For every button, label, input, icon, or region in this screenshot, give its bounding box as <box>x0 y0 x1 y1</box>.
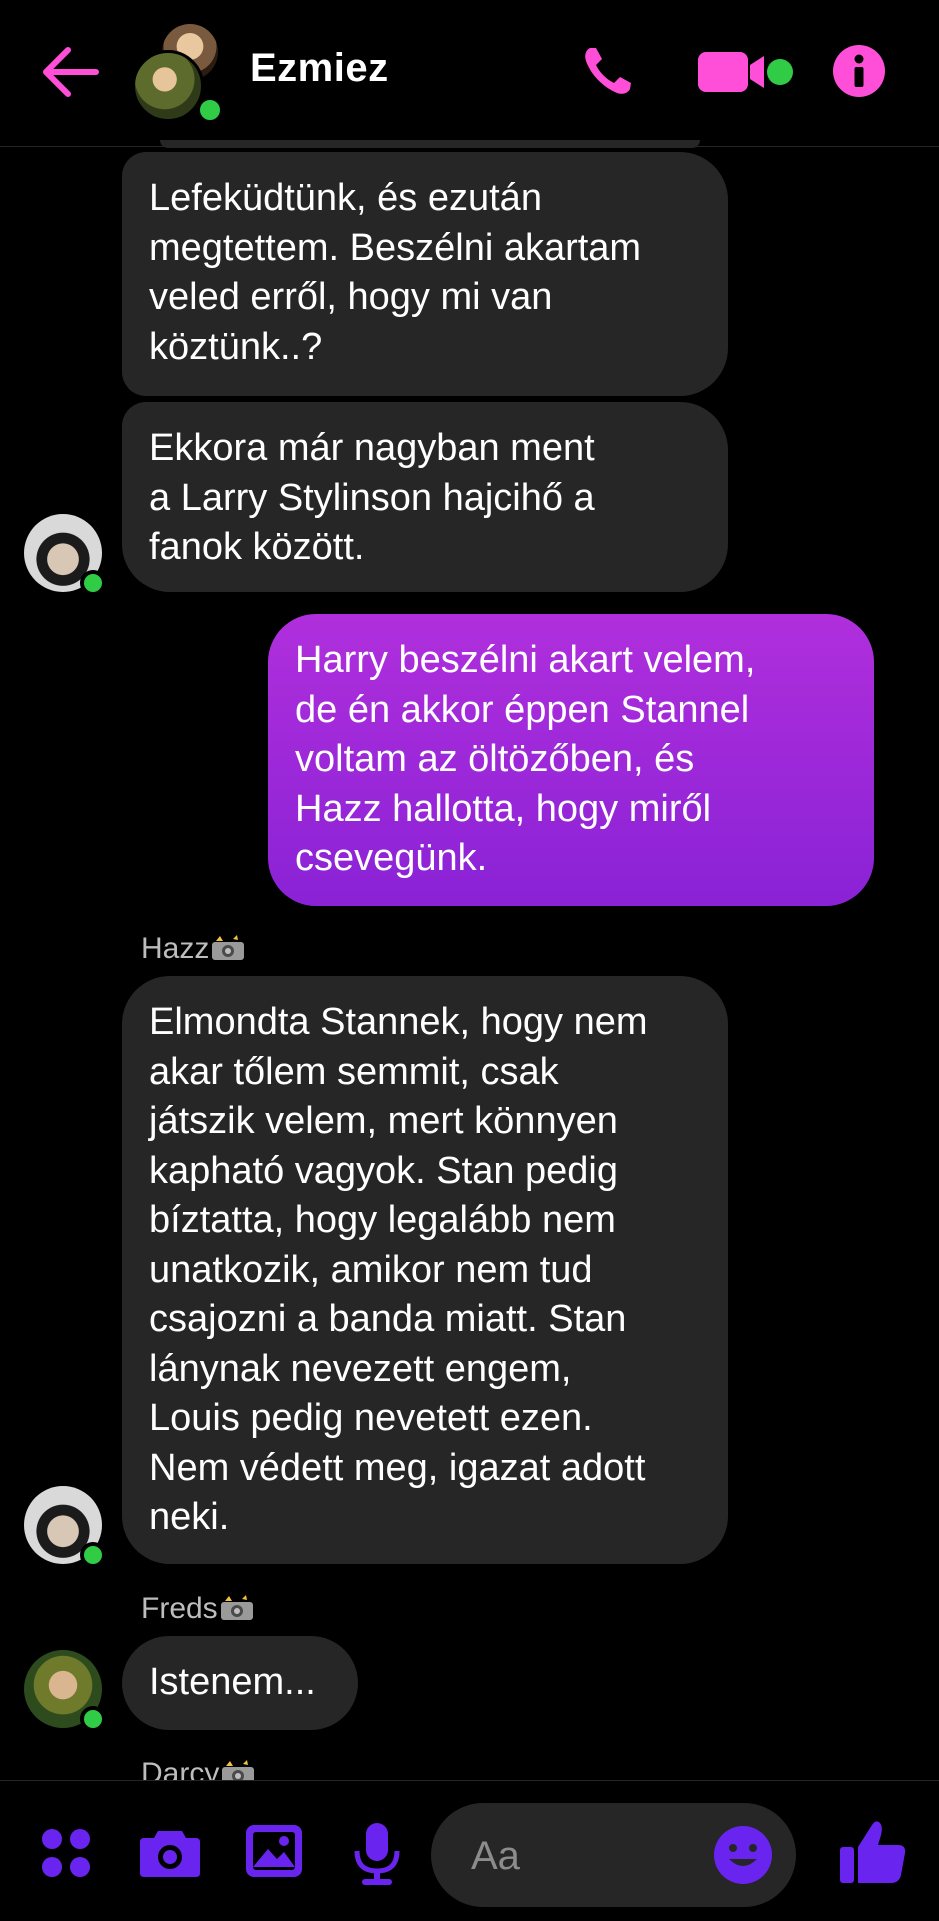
message-input[interactable] <box>469 1831 713 1881</box>
group-avatar[interactable] <box>128 24 228 124</box>
chat-title[interactable]: Ezmiez <box>250 46 389 91</box>
thumbs-up-icon[interactable] <box>838 1817 908 1887</box>
camera-flash-emoji <box>222 1760 255 1780</box>
sender-label: Darcy <box>141 1757 220 1780</box>
online-indicator <box>80 570 106 596</box>
sender-name: Darcy <box>141 1756 255 1780</box>
video-camera-icon[interactable] <box>696 48 796 96</box>
apps-icon[interactable] <box>40 1827 92 1879</box>
online-indicator <box>196 96 224 124</box>
online-indicator <box>80 1706 106 1732</box>
camera-flash-emoji <box>212 935 245 960</box>
emoji-icon[interactable] <box>713 1825 773 1885</box>
message-input-container <box>431 1803 796 1907</box>
call-active-dot <box>767 59 793 85</box>
sender-label: Freds <box>141 1592 218 1625</box>
sender-name: Hazz <box>141 932 245 966</box>
message-bubble[interactable]: Ekkora már nagyban ment a Larry Stylinso… <box>122 402 728 592</box>
avatar[interactable] <box>24 1486 106 1568</box>
message-text: Elmondta Stannek, hogy nem akar tőlem se… <box>149 1001 648 1538</box>
message-text: Istenem... <box>149 1661 316 1703</box>
sender-label: Hazz <box>141 932 210 965</box>
avatar[interactable] <box>24 1650 106 1732</box>
info-icon[interactable] <box>832 44 886 98</box>
camera-icon[interactable] <box>138 1827 202 1879</box>
previous-message-fragment <box>160 140 700 148</box>
avatar[interactable] <box>24 514 106 596</box>
message-composer <box>0 1780 939 1921</box>
microphone-icon[interactable] <box>352 1821 402 1887</box>
message-text: Ekkora már nagyban ment a Larry Stylinso… <box>149 427 595 568</box>
camera-flash-emoji <box>220 1595 253 1620</box>
sender-name: Freds <box>141 1592 254 1626</box>
message-bubble-outgoing[interactable]: Harry beszélni akart velem, de én akkor … <box>268 614 874 906</box>
arrow-left-icon[interactable] <box>38 44 100 100</box>
phone-icon[interactable] <box>582 44 634 98</box>
message-text: Harry beszélni akart velem, de én akkor … <box>295 639 756 879</box>
chat-header: Ezmiez <box>0 0 939 147</box>
online-indicator <box>80 1542 106 1568</box>
gallery-icon[interactable] <box>244 1823 304 1879</box>
message-bubble[interactable]: Istenem... <box>122 1636 358 1730</box>
message-bubble[interactable]: Lefeküdtünk, és ezután megtettem. Beszél… <box>122 152 728 396</box>
member-photo <box>132 50 204 122</box>
message-text: Lefeküdtünk, és ezután megtettem. Beszél… <box>149 177 642 368</box>
message-bubble[interactable]: Elmondta Stannek, hogy nem akar tőlem se… <box>122 976 728 1564</box>
